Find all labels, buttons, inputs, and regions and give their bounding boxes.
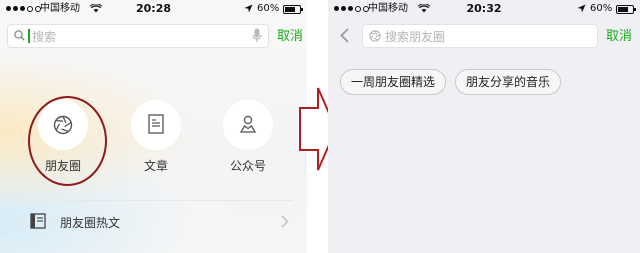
cancel-button[interactable]: 取消 [606, 25, 632, 44]
search-input[interactable]: 搜索朋友圈 [362, 24, 598, 48]
battery-icon [283, 5, 303, 14]
hot-row-label: 朋友圈热文 [60, 216, 121, 230]
person-icon [239, 115, 257, 133]
official-accounts-icon-circle [223, 100, 273, 150]
article-icon [148, 114, 164, 134]
tag-friends-shared-music[interactable]: 朋友分享的音乐 [455, 69, 562, 95]
category-official-accounts[interactable]: 公众号 [218, 100, 278, 174]
search-placeholder: 搜索 [32, 30, 57, 44]
search-input[interactable]: 搜索 [7, 24, 269, 48]
category-label: 文章 [143, 159, 168, 173]
search-icon [14, 30, 25, 41]
category-label: 公众号 [229, 159, 266, 173]
moments-hot-articles-row[interactable]: 朋友圈热文 [20, 200, 293, 241]
location-arrow-icon [577, 4, 586, 13]
chevron-right-icon [281, 215, 289, 228]
status-bar: 中国移动 20:28 60% [0, 0, 307, 18]
category-articles[interactable]: 文章 [126, 100, 186, 174]
location-arrow-icon [244, 4, 253, 13]
battery-icon [616, 5, 636, 14]
microphone-icon[interactable] [252, 28, 262, 43]
highlight-circle [28, 96, 107, 186]
search-placeholder: 搜索朋友圈 [385, 30, 446, 44]
status-bar: 中国移动 20:32 60% [328, 0, 640, 18]
back-chevron-icon[interactable] [340, 28, 349, 43]
cancel-button[interactable]: 取消 [277, 25, 303, 44]
text-cursor [28, 29, 30, 43]
tag-weekly-moments-picks[interactable]: 一周朋友圈精选 [340, 69, 447, 95]
battery-percent: 60% [257, 3, 280, 14]
book-icon [30, 213, 46, 229]
right-screen: 中国移动 20:32 60% 搜索朋友圈 取消 一周朋友圈精选 朋友分享的音乐 [328, 0, 640, 253]
articles-icon-circle [131, 100, 181, 150]
battery-percent: 60% [590, 3, 613, 14]
aperture-icon [369, 30, 381, 42]
left-screen: 中国移动 20:28 60% 搜索 取消 朋友圈 文章 公众号 朋友圈热文 [0, 0, 307, 253]
